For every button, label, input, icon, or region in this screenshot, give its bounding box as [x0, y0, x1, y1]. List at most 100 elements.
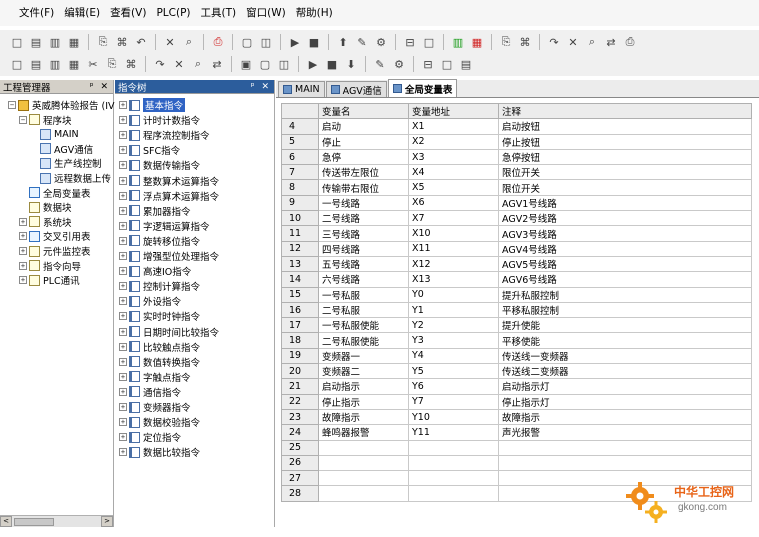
table-cell[interactable]: AGV2号线路: [498, 210, 752, 227]
run-icon[interactable]: ▥: [449, 33, 467, 51]
table-cell[interactable]: 故障指示: [498, 408, 752, 426]
vline-icon[interactable]: □: [438, 55, 456, 73]
table-cell[interactable]: 启动指示灯: [498, 378, 752, 395]
project-tree-item[interactable]: 数据块: [19, 200, 72, 214]
table-row[interactable]: 5 停止 X2 停止按钮: [281, 133, 752, 150]
table-cell[interactable]: 一号私服使能: [318, 317, 409, 334]
table-cell[interactable]: [498, 454, 752, 472]
project-tree-item[interactable]: 生产线控制: [30, 156, 102, 170]
expand-icon[interactable]: +: [119, 206, 127, 215]
expand-icon[interactable]: +: [119, 116, 127, 125]
instruction-item[interactable]: + 实时时钟指令: [119, 309, 200, 323]
column-header[interactable]: [281, 102, 319, 120]
upload-icon[interactable]: ⌘: [516, 33, 534, 51]
expand-icon[interactable]: +: [119, 191, 127, 200]
table-cell[interactable]: X5: [408, 179, 499, 196]
table-cell[interactable]: X1: [408, 118, 499, 135]
project-manager-pin-close[interactable]: ᵖ ✕: [90, 82, 110, 92]
find-icon[interactable]: ▢: [238, 33, 256, 51]
table-cell[interactable]: 停止指示灯: [498, 393, 752, 410]
table-cell[interactable]: 三号线路: [318, 225, 409, 242]
instruction-item[interactable]: + 数值转换指令: [119, 355, 200, 369]
instruction-item[interactable]: + 计时计数指令: [119, 113, 200, 127]
contact-n-icon[interactable]: ⎘: [103, 55, 121, 73]
table-cell[interactable]: 限位开关: [498, 164, 752, 181]
table-cell[interactable]: X3: [408, 148, 499, 166]
hline-icon[interactable]: ⊟: [419, 55, 437, 73]
new-file-icon[interactable]: □: [8, 33, 26, 51]
coil-fn-icon[interactable]: ⇄: [208, 55, 226, 73]
expand-icon[interactable]: +: [119, 312, 127, 321]
view-c-icon[interactable]: ⚙: [372, 33, 390, 51]
project-tree-item[interactable]: − 英威腾体验报告 (IV: [8, 98, 115, 112]
menu-item-6[interactable]: 帮助(H): [291, 3, 338, 23]
download-icon[interactable]: ⎘: [497, 33, 515, 51]
unlock-icon[interactable]: ⇄: [602, 33, 620, 51]
table-cell[interactable]: 启动按钮: [498, 118, 752, 135]
branch-a-icon[interactable]: ✎: [371, 55, 389, 73]
paste-icon[interactable]: ↶: [132, 33, 150, 51]
instruction-item[interactable]: + 控制计算指令: [119, 279, 200, 293]
project-tree-item[interactable]: + 交叉引用表: [19, 229, 91, 243]
table-cell[interactable]: 传输带右限位: [318, 179, 409, 196]
table-row[interactable]: 23 故障指示 Y10 故障指示: [281, 408, 752, 426]
view-b-icon[interactable]: ✎: [353, 33, 371, 51]
table-row[interactable]: 12 四号线路 X11 AGV4号线路: [281, 240, 752, 257]
table-cell[interactable]: [318, 454, 409, 472]
copy-icon[interactable]: ⌘: [113, 33, 131, 51]
table-cell[interactable]: AGV3号线路: [498, 225, 752, 242]
branch-b-icon[interactable]: ⚙: [390, 55, 408, 73]
edit-icon[interactable]: ✕: [564, 33, 582, 51]
project-tree-item[interactable]: MAIN: [30, 127, 79, 141]
tab-0[interactable]: MAIN: [278, 81, 325, 97]
expand-icon[interactable]: +: [119, 342, 127, 351]
instruction-item[interactable]: + 累加器指令: [119, 204, 191, 218]
table-row[interactable]: 25: [281, 439, 752, 456]
project-tree-item[interactable]: AGV通信: [30, 142, 93, 156]
table-cell[interactable]: 故障指示: [318, 408, 409, 426]
instruction-item[interactable]: + 外设指令: [119, 294, 181, 308]
table-cell[interactable]: Y6: [408, 378, 499, 395]
coil-out-icon[interactable]: ↷: [151, 55, 169, 73]
table-row[interactable]: 9 一号线路 X6 AGV1号线路: [281, 194, 752, 212]
table-cell[interactable]: [318, 439, 409, 456]
table-cell[interactable]: 传送带左限位: [318, 164, 409, 181]
table-cell[interactable]: 急停按钮: [498, 148, 752, 166]
table-row[interactable]: 17 一号私服使能 Y2 提升使能: [281, 317, 752, 334]
instruction-item[interactable]: + 数据校验指令: [119, 415, 200, 429]
ladder-b-icon[interactable]: ▤: [27, 55, 45, 73]
table-cell[interactable]: X13: [408, 271, 499, 288]
box-a-icon[interactable]: ▶: [304, 55, 322, 73]
compile-icon[interactable]: □: [420, 33, 438, 51]
table-cell[interactable]: 平移私服控制: [498, 301, 752, 319]
column-header[interactable]: 变量地址: [408, 102, 499, 120]
project-tree-item[interactable]: + PLC通讯: [19, 273, 80, 287]
view-a-icon[interactable]: ⬆: [334, 33, 352, 51]
table-cell[interactable]: Y2: [408, 317, 499, 334]
table-cell[interactable]: [408, 470, 499, 487]
expand-icon[interactable]: +: [119, 403, 127, 411]
expand-icon[interactable]: +: [119, 146, 127, 155]
check-icon[interactable]: ⊟: [401, 33, 419, 51]
instruction-item[interactable]: + 整数算术运算指令: [119, 174, 219, 188]
instruction-tree-pin-close[interactable]: ᵖ ✕: [251, 82, 271, 92]
instruction-item[interactable]: + 数据比较指令: [119, 445, 200, 459]
table-cell[interactable]: [318, 485, 409, 502]
table-cell[interactable]: AGV6号线路: [498, 271, 752, 288]
table-cell[interactable]: 二号私服: [318, 301, 409, 319]
expand-icon[interactable]: +: [119, 357, 127, 366]
table-cell[interactable]: 平移使能: [498, 332, 752, 349]
table-cell[interactable]: 急停: [318, 148, 409, 166]
expand-icon[interactable]: +: [119, 267, 127, 276]
table-cell[interactable]: 启动指示: [318, 378, 409, 395]
instruction-item[interactable]: + 浮点算术运算指令: [119, 189, 219, 203]
save-icon[interactable]: ▥: [46, 33, 64, 51]
table-cell[interactable]: 五号线路: [318, 255, 409, 273]
table-cell[interactable]: 传送线二变频器: [498, 363, 752, 380]
table-cell[interactable]: Y10: [408, 408, 499, 426]
table-row[interactable]: 11 三号线路 X10 AGV3号线路: [281, 225, 752, 242]
table-cell[interactable]: 二号线路: [318, 210, 409, 227]
expand-icon[interactable]: +: [19, 261, 27, 270]
table-cell[interactable]: AGV1号线路: [498, 194, 752, 212]
table-row[interactable]: 7 传送带左限位 X4 限位开关: [281, 164, 752, 181]
